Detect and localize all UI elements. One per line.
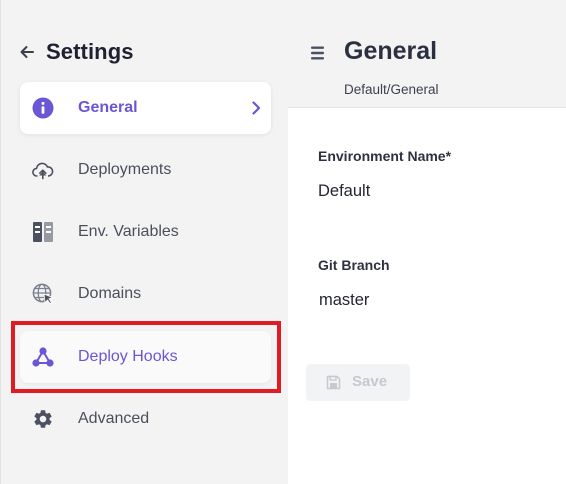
- sidebar-header: Settings: [17, 38, 134, 66]
- sidebar-item-label: Deploy Hooks: [78, 348, 178, 365]
- git-branch-field[interactable]: master: [319, 291, 369, 310]
- main-content: General Default/General Environment Name…: [288, 0, 566, 484]
- sidebar-item-env-variables[interactable]: Env. Variables: [20, 206, 271, 258]
- hamburger-menu-icon[interactable]: [309, 45, 327, 61]
- environment-name-field[interactable]: Default: [318, 182, 370, 201]
- floppy-disk-icon: [326, 375, 341, 390]
- git-branch-label: Git Branch: [318, 257, 390, 273]
- save-button-label: Save: [352, 373, 388, 390]
- sidebar-item-label: Env. Variables: [78, 223, 179, 240]
- sidebar-item-advanced[interactable]: Advanced: [20, 393, 271, 445]
- sidebar-item-label: Advanced: [78, 410, 150, 427]
- webhook-icon: [31, 345, 55, 369]
- sidebar-item-label: Domains: [78, 285, 142, 302]
- sidebar: Settings General Deployments Env. Variab…: [0, 0, 288, 484]
- info-circle-icon: [31, 96, 55, 120]
- breadcrumb: Default/General: [344, 82, 439, 97]
- sidebar-title: Settings: [46, 39, 134, 64]
- environment-name-label: Environment Name*: [318, 148, 452, 164]
- globe-cursor-icon: [31, 282, 55, 306]
- cloud-upload-icon: [31, 158, 55, 182]
- page-title: General: [344, 37, 438, 65]
- gear-icon: [31, 407, 55, 431]
- chevron-right-icon: [249, 101, 263, 115]
- arrow-left-icon[interactable]: [17, 42, 37, 62]
- sidebar-item-label: Deployments: [78, 161, 172, 178]
- main-header: General Default/General: [288, 0, 566, 108]
- settings-app: Settings General Deployments Env. Variab…: [0, 0, 566, 484]
- sidebar-item-label: General: [78, 99, 138, 116]
- sidebar-item-deployments[interactable]: Deployments: [20, 144, 271, 196]
- sidebar-item-general[interactable]: General: [20, 82, 271, 134]
- sidebar-item-deploy-hooks[interactable]: Deploy Hooks: [20, 331, 271, 383]
- save-button[interactable]: Save: [306, 364, 410, 401]
- variables-columns-icon: [31, 220, 55, 244]
- sidebar-item-domains[interactable]: Domains: [20, 268, 271, 320]
